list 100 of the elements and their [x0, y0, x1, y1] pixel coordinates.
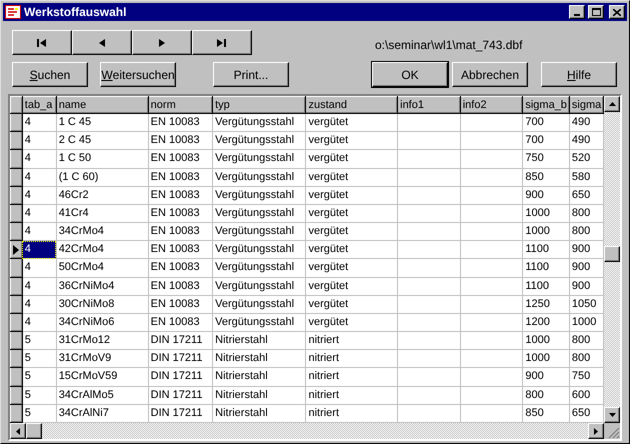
row-indicator[interactable] [10, 114, 22, 132]
scroll-thumb[interactable] [604, 246, 620, 262]
table-cell: 4 [22, 295, 56, 314]
table-cell: 1000 [522, 222, 570, 241]
right-arrow-icon [594, 428, 598, 434]
left-triangle-icon [99, 38, 105, 46]
table-cell: vergütet [306, 222, 398, 241]
scroll-right-button[interactable] [588, 423, 604, 439]
table-cell: 700 [522, 114, 570, 132]
column-header[interactable]: sigma [569, 96, 604, 114]
table-cell: EN 10083 [148, 114, 213, 132]
row-indicator[interactable] [10, 168, 22, 186]
table-cell [460, 386, 523, 404]
vertical-scrollbar[interactable] [604, 96, 620, 423]
row-indicator[interactable] [10, 313, 22, 332]
table-cell: 700 [522, 132, 570, 150]
table-cell: vergütet [306, 295, 398, 314]
table-cell [460, 295, 523, 314]
navigation-button[interactable] [72, 30, 132, 55]
dialog-button[interactable]: Print... [213, 62, 289, 87]
table-cell: Nitrierstahl [212, 332, 306, 350]
down-arrow-icon [608, 413, 616, 417]
table-cell [460, 240, 523, 259]
row-indicator[interactable] [10, 368, 22, 386]
column-header[interactable]: name [56, 96, 148, 114]
row-indicator[interactable] [10, 258, 22, 278]
corner-header [10, 96, 22, 114]
column-header[interactable]: typ [212, 96, 306, 114]
row-indicator[interactable] [10, 386, 22, 404]
maximize-icon [592, 8, 600, 16]
column-header[interactable]: sigma_b [522, 96, 570, 114]
close-button[interactable] [609, 5, 625, 19]
table-cell [460, 222, 523, 241]
table-cell: 1000 [522, 204, 570, 223]
scroll-left-button[interactable] [10, 423, 26, 439]
horizontal-scrollbar[interactable] [10, 423, 604, 439]
table-cell: DIN 17211 [148, 368, 213, 386]
table-cell: 5 [22, 386, 56, 404]
table-cell [460, 277, 523, 296]
table-cell: Vergütungsstahl [212, 168, 306, 186]
column-header[interactable]: info1 [398, 96, 460, 114]
table-cell [460, 186, 523, 204]
scroll-up-button[interactable] [604, 96, 620, 112]
dialog-button[interactable]: Hilfe [541, 62, 617, 87]
row-indicator[interactable] [10, 350, 22, 368]
table-cell: 4 [22, 150, 56, 168]
table-cell [460, 114, 523, 132]
column-header[interactable]: zustand [306, 96, 398, 114]
table-cell: Vergütungsstahl [212, 204, 306, 223]
navigation-button[interactable] [192, 30, 252, 55]
dialog-button[interactable]: Suchen [12, 62, 88, 87]
table-cell: Vergütungsstahl [212, 186, 306, 204]
row-indicator[interactable] [10, 240, 22, 259]
table-cell [460, 313, 523, 332]
right-triangle-icon [159, 38, 165, 46]
current-row-icon [13, 244, 19, 255]
table-cell: nitriert [306, 350, 398, 368]
table-cell: vergütet [306, 114, 398, 132]
table-cell [398, 150, 460, 168]
skip-to-start-icon [37, 38, 47, 46]
row-indicator[interactable] [10, 404, 22, 422]
table-cell: 4 [22, 240, 56, 259]
row-indicator[interactable] [10, 186, 22, 204]
row-indicator[interactable] [10, 204, 22, 223]
table-cell: 5 [22, 332, 56, 350]
navigation-button[interactable] [12, 30, 72, 55]
table-cell: 34CrNiMo6 [56, 313, 148, 332]
maximize-button[interactable] [588, 5, 604, 19]
table-cell: 42CrMo4 [56, 240, 148, 259]
dialog-button[interactable]: OK [372, 62, 448, 87]
table-cell [460, 168, 523, 186]
table-cell: 850 [522, 168, 570, 186]
row-indicator[interactable] [10, 277, 22, 296]
dialog-button[interactable]: Weitersuchen [100, 62, 176, 87]
table-cell: 2 C 45 [56, 132, 148, 150]
row-indicator[interactable] [10, 332, 22, 350]
table-cell: nitriert [306, 368, 398, 386]
table-cell: vergütet [306, 132, 398, 150]
row-indicator[interactable] [10, 295, 22, 314]
table-cell [398, 132, 460, 150]
table-cell [398, 368, 460, 386]
minimize-button[interactable] [569, 5, 585, 19]
table-cell: EN 10083 [148, 295, 213, 314]
dialog-button[interactable]: Abbrechen [452, 62, 528, 87]
table-cell: 31CrMo12 [56, 332, 148, 350]
table-cell: vergütet [306, 240, 398, 259]
row-indicator[interactable] [10, 150, 22, 168]
scroll-thumb[interactable] [26, 423, 42, 439]
row-indicator[interactable] [10, 222, 22, 241]
column-header[interactable]: info2 [460, 96, 523, 114]
table-cell: Vergütungsstahl [212, 295, 306, 314]
scroll-down-button[interactable] [604, 407, 620, 423]
row-indicator[interactable] [10, 132, 22, 150]
column-header[interactable]: tab_a [22, 96, 56, 114]
column-header[interactable]: norm [148, 96, 213, 114]
table-cell [460, 204, 523, 223]
table-cell [398, 350, 460, 368]
table-cell: 36CrNiMo4 [56, 277, 148, 296]
table-cell: vergütet [306, 168, 398, 186]
navigation-button[interactable] [132, 30, 192, 55]
